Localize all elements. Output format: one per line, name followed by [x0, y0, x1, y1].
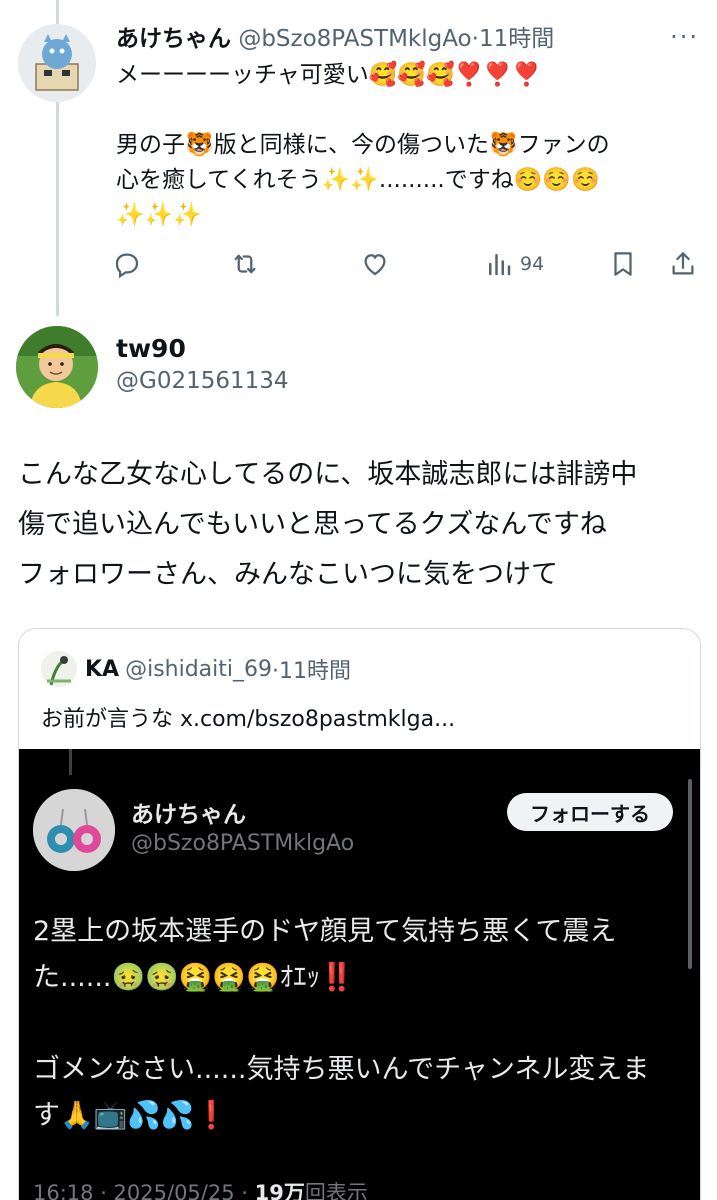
follow-button: フォローする — [507, 793, 673, 831]
screenshot-views-suffix: 回表示 — [304, 1181, 368, 1200]
avatar-image — [33, 789, 115, 871]
avatar-image — [41, 651, 77, 687]
reply-line: 心を癒してくれそう✨✨.........ですね☺️☺️☺️ — [116, 167, 600, 193]
quoted-tweet-card[interactable]: KA @ishidaiti_69·11時間 お前が言うな x.com/bszo8… — [18, 628, 701, 1200]
quote-text: お前が言うな x.com/bszo8pastmklga... — [41, 707, 456, 732]
quote-screenshot-image: あけちゃん @bSzo8PASTMklgAo フォローする 2塁上の坂本選手のド… — [19, 749, 700, 1200]
quote-timestamp: ·11時間 — [272, 659, 351, 684]
tweet-line: こんな乙女な心してるのに、坂本誠志郎には誹謗中 — [18, 459, 638, 490]
reply-line — [116, 93, 696, 128]
retweet-button[interactable] — [230, 244, 260, 284]
views-button[interactable]: 94 — [484, 244, 544, 284]
screenshot-avatar — [33, 789, 115, 871]
retweet-icon — [234, 254, 256, 274]
screenshot-line: す🙏📺💦💦❗ — [33, 1100, 229, 1131]
screenshot-text: 2塁上の坂本選手のドヤ顔見て気持ち悪くて震え た......🤢🤢🤮🤮🤮ｵｴｯ‼️… — [33, 909, 673, 1139]
share-button[interactable] — [668, 244, 698, 284]
quote-author-name: KA — [85, 656, 120, 682]
bookmark-icon — [614, 252, 632, 276]
quote-header: KA @ishidaiti_69·11時間 — [41, 651, 351, 687]
quote-avatar — [41, 651, 77, 687]
views-icon — [489, 254, 511, 276]
like-button[interactable] — [360, 244, 390, 284]
heart-icon — [364, 254, 386, 276]
avatar-image — [18, 24, 96, 102]
scrollbar — [688, 779, 692, 969]
share-icon — [672, 252, 694, 275]
screenshot-author-handle: @bSzo8PASTMklgAo — [131, 831, 355, 856]
quote-author-handle: @ishidaiti_69 — [125, 656, 272, 682]
reply-author-name[interactable]: あけちゃん — [116, 26, 231, 52]
reply-icon — [115, 253, 139, 279]
reply-action-bar: 94 — [112, 244, 702, 284]
more-options-icon[interactable]: ··· — [670, 22, 699, 52]
views-count: 94 — [520, 253, 545, 275]
tweet-author-name[interactable]: tw90 — [116, 334, 186, 363]
reply-timestamp[interactable]: ·11時間 — [472, 26, 555, 52]
tweet-text: こんな乙女な心してるのに、坂本誠志郎には誹謗中 傷で追い込んでもいいと思ってるク… — [18, 450, 708, 600]
screenshot-footer: 16:18 · 2025/05/25 · 19万回表示 — [33, 1177, 368, 1200]
tweet-author-handle[interactable]: @G021561134 — [116, 368, 289, 394]
reply-line: 男の子🐯版と同様に、今の傷ついた🐯ファンの — [116, 132, 610, 158]
screenshot-line: 2塁上の坂本選手のドヤ顔見て気持ち悪くて震え — [33, 916, 617, 947]
screenshot-time: 16:18 · 2025/05/25 · — [33, 1181, 255, 1200]
bookmark-button[interactable] — [608, 244, 638, 284]
screenshot-views: 19万 — [254, 1181, 305, 1200]
tweet-line: フォロワーさん、みんなこいつに気をつけて — [18, 559, 558, 590]
thread-connector-line — [69, 749, 72, 775]
reply-button[interactable] — [112, 244, 142, 284]
reply-author-handle[interactable]: @bSzo8PASTMklgAo — [238, 26, 471, 52]
avatar-akechan[interactable] — [18, 24, 96, 102]
tweet-line: 傷で追い込んでもいいと思ってるクズなんですね — [18, 509, 607, 540]
reply-header: あけちゃん @bSzo8PASTMklgAo·11時間 — [116, 22, 554, 56]
avatar-image — [16, 326, 98, 408]
reply-line: メーーーーッチャ可愛い🥰🥰🥰❣️❣️❣️ — [116, 62, 541, 88]
screenshot-author-name: あけちゃん — [131, 802, 246, 828]
reply-text: メーーーーッチャ可愛い🥰🥰🥰❣️❣️❣️ 男の子🐯版と同様に、今の傷ついた🐯ファ… — [116, 58, 696, 233]
reply-line: ✨✨✨ — [116, 202, 202, 228]
screenshot-line: ゴメンなさい......気持ち悪いんでチャンネル変えま — [33, 1054, 650, 1085]
avatar-tw90[interactable] — [16, 326, 98, 408]
screenshot-line: た......🤢🤢🤮🤮🤮ｵｴｯ‼️ — [33, 962, 354, 993]
screenshot-line — [33, 1001, 673, 1047]
